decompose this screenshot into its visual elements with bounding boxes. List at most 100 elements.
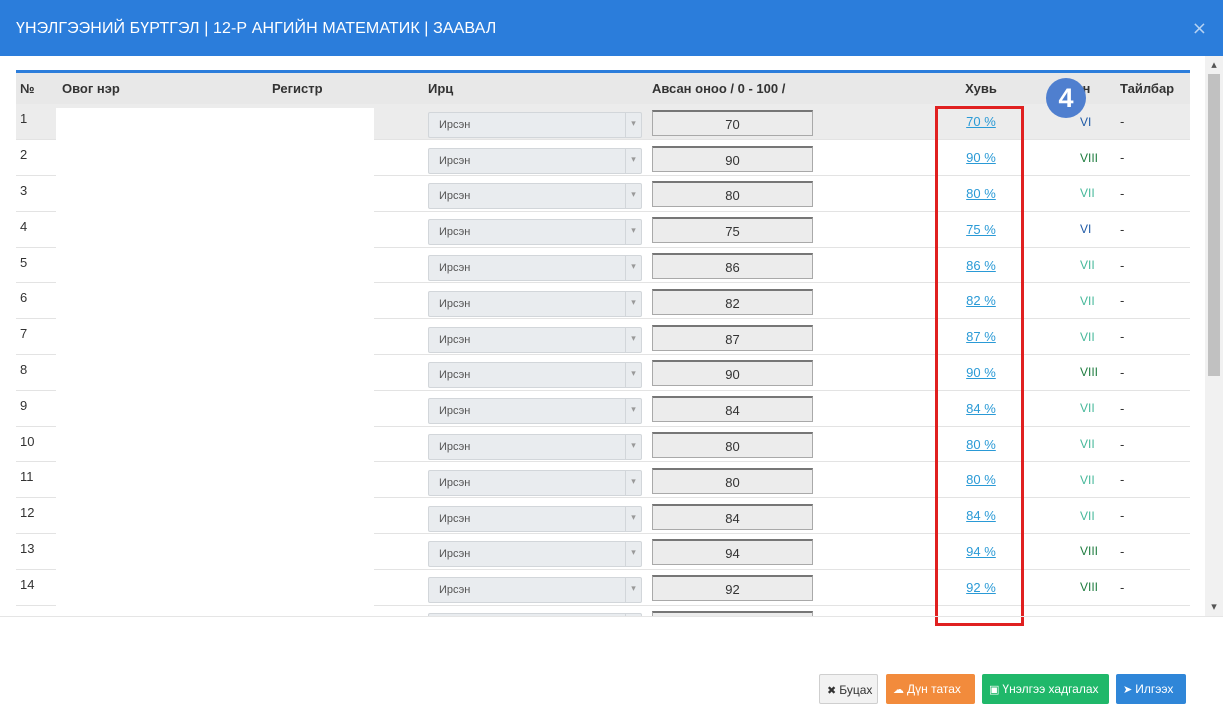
grade-cell: VIII (1062, 139, 1116, 177)
attendance-select[interactable]: Ирсэн ▾ (428, 398, 642, 425)
attendance-cell: Ирсэн ▾ (424, 211, 648, 248)
grade-cell: VI (1062, 605, 1116, 616)
attendance-cell: Ирсэн▾ (424, 605, 648, 616)
chevron-down-icon: ▾ (625, 148, 641, 173)
attendance-cell: Ирсэн▾ (424, 390, 648, 427)
note-cell: - (1116, 426, 1190, 463)
note-cell: - (1116, 247, 1190, 284)
attendance-cell: Ирсэн▾ (424, 569, 648, 606)
chevron-down-icon: ▾ (625, 327, 641, 352)
close-icon[interactable]: × (1192, 18, 1207, 39)
score-cell: 80 (648, 461, 900, 499)
score-cell: 87 (648, 318, 900, 356)
row-number: 8 (16, 354, 58, 391)
note-cell: - (1116, 104, 1190, 141)
attendance-select[interactable]: Ирсэн ▾ (428, 183, 642, 210)
modal-title: ҮНЭЛГЭЭНИЙ БҮРТГЭЛ | 12-Р АНГИЙН МАТЕМАТ… (16, 20, 497, 37)
attendance-cell: Ирсэн▾ (424, 354, 648, 391)
attendance-select[interactable]: Ирсэн ▾ (428, 577, 642, 604)
attendance-cell: Ирсэн ▾ (424, 175, 648, 212)
chevron-down-icon: ▾ (625, 399, 641, 424)
redacted-names-area (56, 108, 374, 626)
attendance-value: Ирсэн (439, 226, 471, 239)
col-header-note: Тайлбар (1116, 73, 1190, 104)
score-input[interactable]: 92 (652, 575, 813, 602)
attendance-cell: Ирсэн ▾ (424, 533, 648, 570)
note-cell: - (1116, 354, 1190, 391)
attendance-value: Ирсэн (439, 441, 471, 454)
attendance-value: Ирсэн (439, 333, 471, 346)
attendance-value: Ирсэн (439, 190, 471, 203)
attendance-select[interactable]: Ирсэн ▾ (428, 326, 642, 353)
chevron-down-icon: ▾ (625, 363, 641, 388)
score-cell: 80 (648, 175, 900, 212)
chevron-down-icon: ▾ (625, 220, 641, 245)
attendance-select[interactable]: Ирсэн ▾ (428, 434, 642, 461)
chevron-down-icon: ▾ (625, 506, 641, 531)
score-input[interactable]: 80 (652, 467, 813, 494)
row-number: 5 (16, 247, 58, 284)
score-input[interactable]: 80 (652, 181, 813, 208)
back-button[interactable]: ✖ Буцах (819, 674, 878, 704)
col-header-attendance: Ирц (424, 73, 648, 104)
row-number: 11 (16, 461, 58, 499)
note-cell: - (1116, 497, 1190, 535)
score-cell: 70 (648, 605, 900, 616)
table-scrollbar[interactable]: ▴ ▾ (1205, 56, 1223, 616)
row-number: 14 (16, 569, 58, 606)
attendance-select[interactable]: Ирсэн ▾ (428, 111, 642, 138)
grade-cell: VIII (1062, 569, 1116, 606)
chevron-down-icon: ▾ (625, 184, 641, 209)
note-cell: - (1116, 282, 1190, 320)
score-input[interactable]: 86 (652, 253, 813, 280)
save-evaluation-label: Үнэлгээ хадгалах (1002, 682, 1099, 696)
score-cell: 75 (648, 211, 900, 248)
score-cell: 82 (648, 282, 900, 320)
send-button[interactable]: ➤ Илгээх (1116, 674, 1186, 704)
score-input[interactable]: 84 (652, 396, 813, 423)
attendance-select[interactable]: Ирсэн ▾ (428, 147, 642, 174)
attendance-cell: Ирсэн▾ (424, 461, 648, 499)
score-input[interactable]: 80 (652, 432, 813, 459)
grade-cell: VII (1062, 175, 1116, 212)
scroll-thumb[interactable] (1208, 74, 1220, 376)
score-input[interactable]: 70 (652, 109, 813, 136)
score-input[interactable]: 90 (652, 360, 813, 387)
attendance-select[interactable]: Ирсэн ▾ (428, 469, 642, 496)
score-input[interactable]: 75 (652, 217, 813, 244)
col-header-score: Авсан оноо / 0 - 100 / (648, 73, 900, 104)
chevron-down-icon: ▾ (625, 470, 641, 495)
note-cell: - (1116, 605, 1190, 616)
score-cell: 94 (648, 533, 900, 570)
score-cell: 92 (648, 569, 900, 606)
grade-entry-modal: ҮНЭЛГЭЭНИЙ БҮРТГЭЛ | 12-Р АНГИЙН МАТЕМАТ… (0, 0, 1223, 705)
attendance-cell: Ирсэн▾ (424, 139, 648, 177)
score-input[interactable]: 82 (652, 288, 813, 315)
pull-grades-button[interactable]: ☁ Дүн татах (886, 674, 975, 704)
score-input[interactable]: 90 (652, 145, 813, 172)
scroll-down-arrow-icon[interactable]: ▾ (1205, 600, 1223, 614)
grade-cell: VII (1062, 247, 1116, 284)
col-header-name: Овог нэр (58, 73, 268, 104)
chevron-down-icon: ▾ (625, 542, 641, 567)
attendance-value: Ирсэн (439, 548, 471, 561)
attendance-cell: Ирсэн▾ (424, 247, 648, 284)
attendance-cell: Ирсэн▾ (424, 282, 648, 320)
row-number: 13 (16, 533, 58, 570)
grade-cell: VI (1062, 211, 1116, 248)
attendance-select[interactable]: Ирсэн ▾ (428, 505, 642, 532)
score-input[interactable]: 94 (652, 539, 813, 566)
attendance-select[interactable]: Ирсэн ▾ (428, 219, 642, 246)
floppy-disk-icon: ▣ (989, 683, 1000, 696)
attendance-select[interactable]: Ирсэн ▾ (428, 290, 642, 317)
attendance-select[interactable]: Ирсэн ▾ (428, 541, 642, 568)
save-evaluation-button[interactable]: ▣ Үнэлгээ хадгалах (982, 674, 1109, 704)
attendance-value: Ирсэн (439, 262, 471, 275)
note-cell: - (1116, 211, 1190, 248)
attendance-select[interactable]: Ирсэн ▾ (428, 362, 642, 389)
scroll-up-arrow-icon[interactable]: ▴ (1205, 58, 1223, 72)
score-cell: 70 (648, 104, 900, 141)
score-input[interactable]: 87 (652, 324, 813, 351)
attendance-select[interactable]: Ирсэн ▾ (428, 255, 642, 282)
score-input[interactable]: 84 (652, 503, 813, 530)
